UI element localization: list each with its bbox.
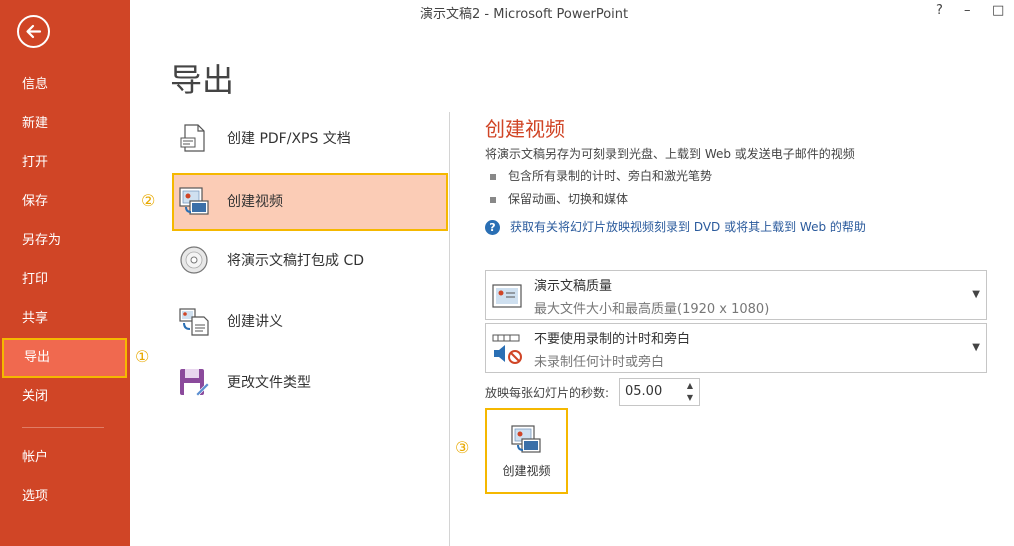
minimize-button[interactable]: – [964,3,971,18]
title-bar: 演示文稿2 - Microsoft PowerPoint ? – □ [130,0,1014,24]
nav-new[interactable]: 新建 [0,104,130,143]
back-arrow-icon [26,24,42,39]
bullet-text: 保留动画、切换和媒体 [508,192,629,206]
bullet-square-icon [490,173,496,180]
chevron-down-icon: ▼ [972,342,980,353]
page-title: 导出 [170,61,235,99]
nav-open[interactable]: 打开 [0,143,130,182]
no-narration-icon [492,334,522,364]
annotation-one: ① [135,347,150,366]
nav-share[interactable]: 共享 [0,299,130,338]
help-button[interactable]: ? [936,3,943,18]
detail-bullet: 保留动画、切换和媒体 [490,190,628,207]
detail-title: 创建视频 [485,117,565,141]
option-package-cd[interactable]: 将演示文稿打包成 CD [172,232,448,290]
annotation-two: ② [141,191,156,210]
nav-info[interactable]: 信息 [0,65,130,104]
option-change-file-type[interactable]: 更改文件类型 [172,354,448,412]
annotation-three: ③ [455,438,470,457]
option-create-pdf[interactable]: 创建 PDF/XPS 文档 [172,110,448,168]
question-icon: ? [485,220,500,235]
timing-dropdown[interactable]: 不要使用录制的计时和旁白 未录制任何计时或旁白 ▼ [485,323,987,373]
help-link[interactable]: ? 获取有关将幻灯片放映视频刻录到 DVD 或将其上载到 Web 的帮助 [485,218,866,235]
seconds-value[interactable]: 05.00 [625,384,662,399]
detail-bullet: 包含所有录制的计时、旁白和激光笔势 [490,167,712,184]
increment-arrow-icon[interactable]: ▲ [687,381,693,390]
detail-description: 将演示文稿另存为可刻录到光盘、上载到 Web 或发送电子邮件的视频 [485,147,855,161]
backstage-sidebar: 信息 新建 打开 保存 另存为 打印 共享 导出 关闭 帐户 选项 [0,0,130,546]
seconds-stepper[interactable]: 05.00 ▲ ▼ [619,378,700,406]
quality-sub-text: 最大文件大小和最高质量(1920 x 1080) [534,302,770,317]
video-icon [179,187,209,215]
nav-print[interactable]: 打印 [0,260,130,299]
cd-icon [180,246,208,274]
bullet-text: 包含所有录制的计时、旁白和激光笔势 [508,169,713,183]
option-label: 将演示文稿打包成 CD [227,253,365,269]
nav-account[interactable]: 帐户 [0,438,130,477]
option-label: 创建讲义 [227,314,283,330]
option-create-video[interactable]: 创建视频 [172,173,448,231]
column-divider [449,112,450,546]
help-link-text: 获取有关将幻灯片放映视频刻录到 DVD 或将其上载到 Web 的帮助 [510,220,866,234]
nav-save[interactable]: 保存 [0,182,130,221]
option-label: 创建 PDF/XPS 文档 [227,131,351,147]
nav-options[interactable]: 选项 [0,477,130,516]
presentation-quality-icon [492,284,522,308]
nav-close[interactable]: 关闭 [0,377,130,416]
back-button[interactable] [17,15,50,48]
video-icon [511,425,541,453]
bullet-square-icon [490,196,496,203]
file-type-icon [180,369,210,397]
decrement-arrow-icon[interactable]: ▼ [687,393,693,402]
option-create-handouts[interactable]: 创建讲义 [172,293,448,351]
sidebar-divider [22,427,104,428]
window-title: 演示文稿2 - Microsoft PowerPoint [420,7,629,22]
handout-icon [179,308,209,336]
nav-export[interactable]: 导出 [2,338,127,378]
maximize-button[interactable]: □ [992,3,1004,18]
create-video-button[interactable]: 创建视频 [485,408,568,494]
timing-sub-text: 未录制任何计时或旁白 [534,355,665,370]
nav-save-as[interactable]: 另存为 [0,221,130,260]
quality-main-text: 演示文稿质量 [534,279,613,294]
timing-main-text: 不要使用录制的计时和旁白 [534,332,691,347]
pdf-document-icon [180,124,205,152]
option-label: 更改文件类型 [227,375,311,391]
seconds-label: 放映每张幻灯片的秒数: [485,386,610,400]
quality-dropdown[interactable]: 演示文稿质量 最大文件大小和最高质量(1920 x 1080) ▼ [485,270,987,320]
option-label: 创建视频 [227,194,283,210]
create-video-button-label: 创建视频 [502,464,551,478]
chevron-down-icon: ▼ [972,289,980,300]
